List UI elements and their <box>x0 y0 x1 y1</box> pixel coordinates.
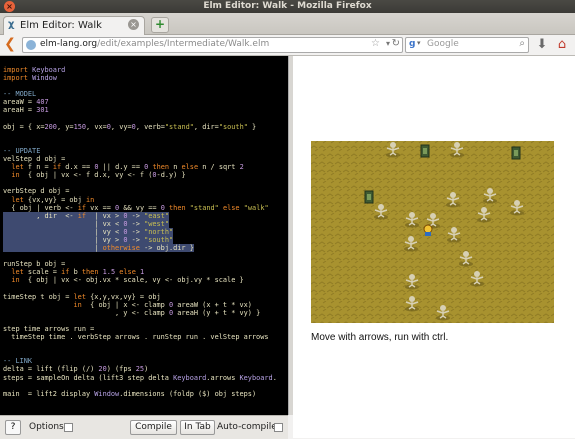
search-icon[interactable]: ⌕ <box>519 38 525 49</box>
code-editor[interactable]: import Keyboard import Window -- MODEL a… <box>0 56 288 415</box>
output-bottom-area <box>293 415 575 438</box>
elm-favicon-icon: χ <box>8 19 15 30</box>
g-icon[interactable]: g <box>409 39 415 49</box>
code-line: runStep b obj = <box>3 260 66 269</box>
code-line: obj = { x=200, y=150, vx=0, vy=0, verb="… <box>3 122 257 131</box>
code-line: let scale = if b then 1.5 else 1 <box>11 268 145 277</box>
options-checkbox[interactable] <box>64 423 73 432</box>
code-line: | otherwise -> obj.dir } <box>3 244 194 253</box>
code-line: in { obj | vx <- f d.x, vy <- f (0-d.y) … <box>11 171 186 180</box>
code-line: -- LINK <box>3 357 33 366</box>
url-domain: elm-lang.org <box>40 39 98 49</box>
search-bar[interactable]: g ▾ Google ⌕ <box>405 37 529 53</box>
code-line: timeStep time . verbStep arrows . runSte… <box>3 333 269 342</box>
code-line: -- UPDATE <box>3 146 41 155</box>
url-path: /edit/examples/Intermediate/Walk.elm <box>97 39 270 49</box>
code-line: in { obj | vx <- obj.vx * scale, vy <- o… <box>11 276 244 285</box>
code-line: areaW = 407 <box>3 98 49 107</box>
compile-button[interactable]: Compile <box>130 420 177 435</box>
code-line: let f n = if d.x == 0 || d.y == 0 then n… <box>11 163 244 172</box>
code-line: -- MODEL <box>3 90 37 99</box>
options-label: Options: <box>29 422 67 432</box>
code-line: | vx < 0 -> "west" <box>3 219 169 228</box>
url-bar[interactable]: elm-lang.org/edit/examples/Intermediate/… <box>22 37 403 53</box>
help-button[interactable]: ? <box>5 420 21 435</box>
auto-compile-checkbox[interactable] <box>274 423 283 432</box>
code-line: in { obj | x <- clamp 0 areaW (x + t * v… <box>73 300 252 309</box>
output-pane: Move with arrows, run with ctrl. <box>293 56 575 415</box>
code-line: delta = lift (flip (/) 20) (fps 25) <box>3 365 149 374</box>
code-line: import Keyboard <box>3 66 66 74</box>
url-dropdown-icon[interactable]: ▾ <box>386 39 390 48</box>
search-placeholder: Google <box>427 39 459 49</box>
back-button[interactable]: ❮ <box>3 37 17 52</box>
player-character-sprite <box>423 224 433 236</box>
editor-toolbar: ? Options: Compile In Tab Auto-compile: <box>0 415 288 439</box>
game-canvas <box>311 141 554 323</box>
code-line: , dir <- if | vx > 0 -> "east" <box>3 211 170 220</box>
tab-bar: χ Elm Editor: Walk × + <box>0 13 575 35</box>
code-line: steps = sampleOn delta (lift3 step delta… <box>3 373 277 382</box>
close-tab-icon[interactable]: × <box>128 19 139 30</box>
tab-elm-editor[interactable]: χ Elm Editor: Walk × <box>3 16 145 35</box>
bookmark-star-icon[interactable]: ☆ <box>371 38 380 49</box>
output-caption: Move with arrows, run with ctrl. <box>311 332 449 343</box>
code-line: let {vx,vy} = obj in <box>11 195 95 204</box>
bush-sprite <box>364 190 374 204</box>
url-text: elm-lang.org/edit/examples/Intermediate/… <box>40 39 269 49</box>
code-text[interactable]: import Keyboard import Window -- MODEL a… <box>0 56 288 415</box>
code-line: timeStep t obj = let {x,y,vx,vy} = obj <box>3 292 161 301</box>
bush-sprite <box>511 146 521 160</box>
code-line: velStep d obj = <box>3 155 66 164</box>
reload-icon[interactable]: ↻ <box>392 38 400 49</box>
window-title: Elm Editor: Walk - Mozilla Firefox <box>203 1 372 11</box>
new-tab-button[interactable]: + <box>151 17 169 33</box>
code-line: { obj | verb <- if vx == 0 && vy == 0 th… <box>3 203 269 212</box>
code-line: areaH = 301 <box>3 106 49 115</box>
code-line: | vy > 0 -> "south" <box>3 235 174 244</box>
window-titlebar: × Elm Editor: Walk - Mozilla Firefox <box>0 0 575 13</box>
game-scene <box>311 141 554 323</box>
code-line: import Window <box>3 74 57 83</box>
bush-sprite <box>420 144 430 158</box>
search-engine-dropdown-icon[interactable]: ▾ <box>417 39 421 47</box>
code-line: step time arrows run = <box>3 325 95 333</box>
home-icon[interactable]: ⌂ <box>555 37 569 52</box>
code-line: , y <- clamp 0 areaH (y + t * vy) } <box>3 308 261 317</box>
download-icon[interactable]: ⬇ <box>535 37 549 52</box>
code-line: verbStep d obj = <box>3 187 70 196</box>
code-line: | vy < 0 -> "north" <box>3 227 174 236</box>
in-tab-button[interactable]: In Tab <box>180 420 215 435</box>
auto-compile-label: Auto-compile: <box>217 422 280 432</box>
globe-icon <box>26 40 36 50</box>
code-line: main = lift2 display Window.dimensions (… <box>3 389 257 398</box>
tab-label: Elm Editor: Walk <box>20 20 102 31</box>
grass-ground <box>311 141 554 323</box>
navigation-bar: ❮ elm-lang.org/edit/examples/Intermediat… <box>0 35 575 56</box>
